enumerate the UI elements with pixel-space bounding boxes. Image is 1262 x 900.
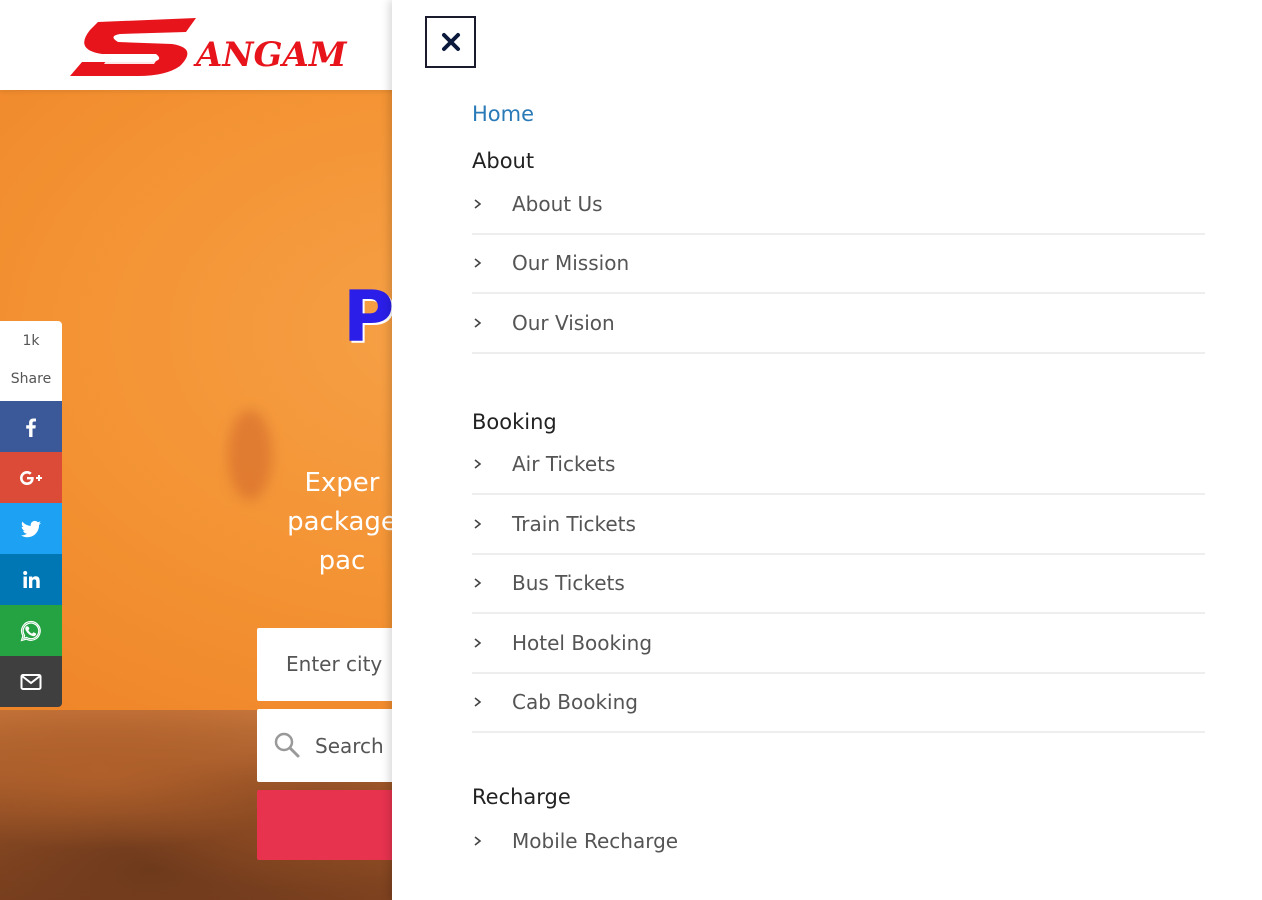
nav-section-recharge[interactable]: Recharge	[472, 781, 1205, 813]
nav-item-about-us[interactable]: About Us	[472, 175, 1205, 235]
chevron-right-icon	[474, 697, 482, 707]
nav-item-label: Mobile Recharge	[512, 828, 679, 853]
side-nav-drawer: Home About About Us Our Mission Our Visi…	[392, 0, 1262, 900]
share-label: Share	[10, 371, 52, 387]
nav-item-label: Hotel Booking	[512, 630, 653, 655]
nav-item-label: Cab Booking	[512, 690, 638, 715]
google-plus-icon	[20, 470, 42, 485]
hero-title: P	[343, 276, 395, 358]
chevron-right-icon	[474, 638, 482, 648]
search-icon	[274, 732, 300, 758]
hero-subtitle: Exper package pac	[272, 464, 412, 581]
nav-item-mobile-recharge[interactable]: Mobile Recharge	[472, 811, 1205, 871]
whatsapp-share-button[interactable]	[0, 605, 62, 656]
nav-item-cab-booking[interactable]: Cab Booking	[472, 674, 1205, 733]
hero-subtitle-line: Exper	[304, 468, 380, 498]
chevron-right-icon	[474, 199, 482, 209]
facebook-share-button[interactable]	[0, 401, 62, 452]
nav-item-label: Air Tickets	[512, 452, 616, 477]
google-plus-share-button[interactable]	[0, 452, 62, 503]
close-icon	[441, 33, 460, 51]
nav-item-bus-tickets[interactable]: Bus Tickets	[472, 555, 1205, 614]
nav-item-train-tickets[interactable]: Train Tickets	[472, 495, 1205, 555]
sangam-logo[interactable]: ANGAM	[68, 14, 358, 80]
chevron-right-icon	[474, 459, 482, 469]
nav-section-booking[interactable]: Booking	[472, 406, 1205, 438]
whatsapp-icon	[20, 620, 41, 641]
twitter-icon	[21, 520, 41, 537]
chevron-right-icon	[474, 318, 482, 328]
chevron-right-icon	[474, 836, 482, 846]
nav-item-hotel-booking[interactable]: Hotel Booking	[472, 614, 1205, 674]
share-count: 1k	[22, 333, 40, 349]
nav-menu: Home About About Us Our Mission Our Visi…	[472, 98, 1205, 871]
chevron-right-icon	[474, 258, 482, 268]
nav-section-about[interactable]: About	[472, 145, 1205, 177]
chevron-right-icon	[474, 519, 482, 529]
hero-subtitle-line: pac	[318, 546, 366, 576]
email-share-button[interactable]	[0, 656, 62, 707]
nav-link-home[interactable]: Home	[472, 98, 1205, 130]
email-icon	[20, 673, 42, 690]
social-share-bar: 1k Share	[0, 321, 62, 707]
nav-item-label: Our Vision	[512, 310, 615, 335]
nav-item-label: About Us	[512, 191, 603, 216]
nav-item-label: Train Tickets	[512, 511, 636, 536]
search-placeholder: Search	[315, 734, 384, 758]
share-count-box: 1k Share	[0, 321, 62, 401]
nav-item-our-mission[interactable]: Our Mission	[472, 235, 1205, 294]
linkedin-share-button[interactable]	[0, 554, 62, 605]
twitter-share-button[interactable]	[0, 503, 62, 554]
svg-text:ANGAM: ANGAM	[193, 35, 348, 75]
facebook-icon	[26, 418, 36, 437]
hero-background-detail	[228, 410, 272, 500]
close-button[interactable]	[425, 16, 476, 68]
hero-subtitle-line: package	[287, 507, 397, 537]
linkedin-icon	[23, 570, 40, 588]
nav-item-air-tickets[interactable]: Air Tickets	[472, 436, 1205, 495]
chevron-right-icon	[474, 578, 482, 588]
nav-item-label: Our Mission	[512, 251, 630, 276]
booking-submenu: Air Tickets Train Tickets Bus Tickets Ho…	[472, 436, 1205, 733]
nav-item-our-vision[interactable]: Our Vision	[472, 294, 1205, 354]
recharge-submenu: Mobile Recharge	[472, 811, 1205, 871]
about-submenu: About Us Our Mission Our Vision	[472, 175, 1205, 354]
nav-item-label: Bus Tickets	[512, 571, 625, 596]
